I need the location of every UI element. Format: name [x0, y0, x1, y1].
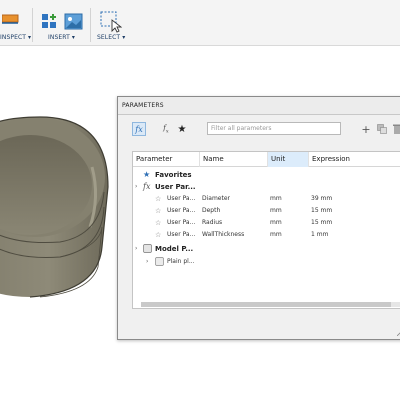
user-params-label: User Par... [155, 183, 196, 191]
main-toolbar: INSPECT ▾ INSERT ▾ SELECT ▾ [0, 0, 400, 46]
toolbar-separator [90, 8, 91, 42]
param-unit[interactable]: mm [270, 229, 282, 241]
plus-icon: + [361, 122, 371, 136]
param-unit[interactable]: mm [270, 193, 282, 205]
parameters-table: Parameter Name Unit Expression ★ Favorit… [132, 151, 400, 309]
user-params-filter-button[interactable]: fx [159, 122, 173, 136]
model-params-label: Model P... [155, 245, 194, 253]
copy-parameter-button[interactable] [375, 122, 389, 136]
measure-icon[interactable] [1, 12, 20, 28]
param-name[interactable]: Diameter [202, 193, 230, 205]
star-icon: ★ [177, 123, 187, 135]
param-expression[interactable]: 1 mm [311, 229, 328, 241]
param-name[interactable]: WallThickness [202, 229, 244, 241]
table-row[interactable]: ☆ User Pa... Radius mm 15 mm [133, 217, 400, 229]
table-row[interactable]: ☆ User Pa... Diameter mm 39 mm [133, 193, 400, 205]
select-menu[interactable]: SELECT ▾ [97, 34, 125, 41]
insert-menu[interactable]: INSERT ▾ [48, 34, 75, 41]
bowl-model[interactable] [0, 107, 130, 307]
function-icon: fx [143, 182, 151, 191]
param-type: User Pa... [167, 231, 196, 238]
favorites-filter-button[interactable]: ★ [175, 122, 189, 136]
model-child-label: Plain pl... [167, 258, 195, 265]
param-expression[interactable]: 15 mm [311, 217, 332, 229]
param-name[interactable]: Depth [202, 205, 220, 217]
param-type: User Pa... [167, 219, 196, 226]
chevron-down-icon[interactable]: › [135, 181, 137, 193]
favorite-star-icon[interactable]: ☆ [155, 229, 161, 241]
favorites-star-icon: ★ [143, 170, 151, 179]
delete-parameter-button[interactable] [390, 122, 400, 136]
favorite-star-icon[interactable]: ☆ [155, 217, 161, 229]
add-parameter-button[interactable]: + [359, 122, 373, 136]
filter-input[interactable]: Filter all parameters [207, 122, 341, 135]
user-params-group-row[interactable]: › fx User Par... [133, 181, 400, 193]
horizontal-scrollbar[interactable] [141, 302, 400, 307]
column-header-parameter[interactable]: Parameter [133, 152, 200, 167]
param-unit[interactable]: mm [270, 205, 282, 217]
param-type: User Pa... [167, 207, 196, 214]
inspect-menu[interactable]: INSPECT ▾ [0, 34, 31, 41]
table-row[interactable]: › Plain pl... [133, 256, 400, 268]
favorites-group-row[interactable]: ★ Favorites [133, 169, 400, 181]
column-header-expression[interactable]: Expression [309, 152, 400, 167]
copy-icon [377, 124, 387, 134]
chevron-down-icon[interactable]: › [135, 243, 137, 255]
trash-icon [392, 124, 400, 134]
model-params-group-row[interactable]: › Model P... [133, 243, 400, 255]
table-header: Parameter Name Unit Expression [133, 152, 400, 167]
parameters-dialog: PARAMETERS fx fx ★ Filter all parameters… [117, 96, 400, 340]
toolbar-separator [32, 8, 33, 42]
function-user-icon: fx [163, 123, 169, 135]
scrollbar-thumb[interactable] [141, 302, 391, 307]
favorite-star-icon[interactable]: ☆ [155, 205, 161, 217]
select-window-icon[interactable] [100, 11, 123, 35]
model-component-icon [143, 243, 152, 255]
param-expression[interactable]: 39 mm [311, 193, 332, 205]
param-type: User Pa... [167, 195, 196, 202]
body-icon [155, 256, 164, 268]
function-icon: fx [135, 124, 143, 134]
dialog-titlebar[interactable]: PARAMETERS [118, 97, 400, 115]
favorites-label: Favorites [155, 171, 192, 179]
table-row[interactable]: ☆ User Pa... WallThickness mm 1 mm [133, 229, 400, 241]
column-header-name[interactable]: Name [200, 152, 268, 167]
param-unit[interactable]: mm [270, 217, 282, 229]
insert-derive-icon[interactable] [40, 12, 60, 34]
dialog-toolbar: fx fx ★ Filter all parameters + [118, 119, 400, 141]
param-name[interactable]: Radius [202, 217, 222, 229]
favorite-star-icon[interactable]: ☆ [155, 193, 161, 205]
function-filter-button[interactable]: fx [132, 122, 146, 136]
insert-image-icon[interactable] [64, 12, 84, 34]
dialog-title: PARAMETERS [122, 102, 164, 109]
table-row[interactable]: ☆ User Pa... Depth mm 15 mm [133, 205, 400, 217]
chevron-right-icon[interactable]: › [146, 256, 148, 268]
param-expression[interactable]: 15 mm [311, 205, 332, 217]
column-header-unit[interactable]: Unit [268, 152, 309, 167]
